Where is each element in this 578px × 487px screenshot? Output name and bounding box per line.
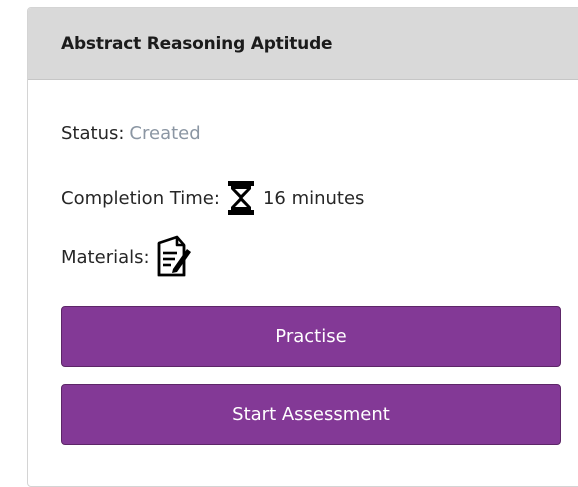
completion-time-label: Completion Time:	[61, 187, 220, 209]
hourglass-icon	[227, 180, 255, 216]
completion-time-value: 16 minutes	[262, 187, 365, 209]
completion-time-row: Completion Time: 16 minutes	[61, 178, 364, 218]
practise-button[interactable]: Practise	[61, 306, 561, 367]
start-assessment-button[interactable]: Start Assessment	[61, 384, 561, 445]
status-label: Status:	[61, 122, 125, 144]
assessment-card: Abstract Reasoning Aptitude Status: Crea…	[27, 7, 578, 487]
card-header: Abstract Reasoning Aptitude	[28, 8, 578, 80]
materials-label: Materials:	[61, 246, 150, 268]
status-value: Created	[129, 122, 201, 144]
materials-row: Materials:	[61, 234, 193, 280]
document-pencil-icon	[153, 235, 193, 279]
status-row: Status: Created	[61, 121, 201, 145]
card-title: Abstract Reasoning Aptitude	[61, 33, 333, 54]
